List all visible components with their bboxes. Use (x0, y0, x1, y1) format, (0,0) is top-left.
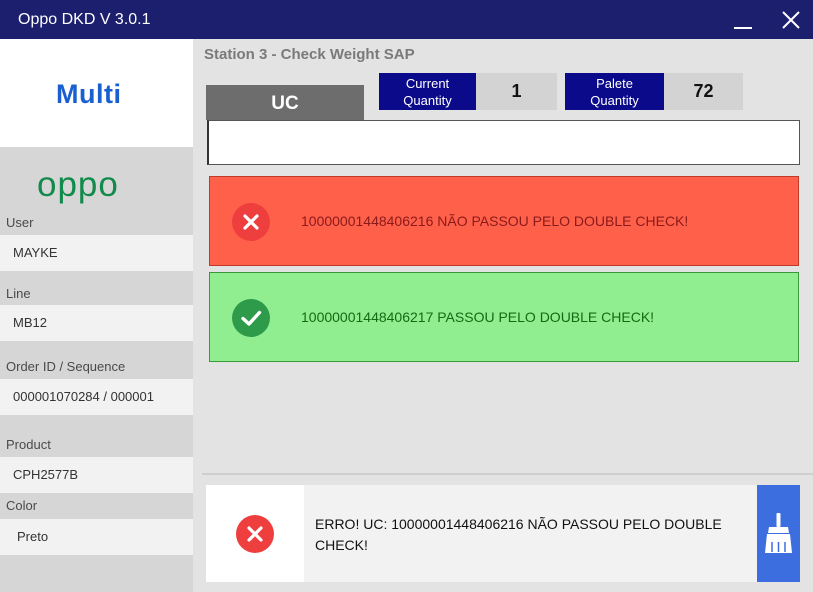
footer-status-text: ERRO! UC: 10000001448406216 NÃO PASSOU P… (315, 516, 722, 553)
product-value: CPH2577B (0, 457, 193, 493)
footer-icon-area (206, 485, 304, 582)
main-panel: Station 3 - Check Weight SAP UC Current … (193, 39, 813, 592)
success-message: 10000001448406217 PASSOU PELO DOUBLE CHE… (209, 272, 799, 362)
order-sequence-label: Order ID / Sequence (6, 359, 126, 374)
multi-logo: Multi (0, 39, 193, 147)
line-value: MB12 (0, 305, 193, 341)
success-message-text: 10000001448406217 PASSOU PELO DOUBLE CHE… (301, 309, 655, 325)
current-quantity-value: 1 (476, 73, 557, 110)
x-circle-icon (236, 515, 274, 553)
station-title: Station 3 - Check Weight SAP (204, 46, 415, 63)
product-label: Product (6, 437, 51, 452)
order-sequence-value: 000001070284 / 000001 (0, 379, 193, 415)
broom-icon (765, 513, 792, 553)
current-quantity-label: Current Quantity (379, 73, 476, 110)
clear-button[interactable] (757, 485, 800, 582)
line-label: Line (6, 286, 31, 301)
oppo-logo: oppo (37, 165, 119, 204)
close-icon[interactable] (780, 9, 802, 31)
window-title: Oppo DKD V 3.0.1 (18, 11, 151, 28)
check-circle-icon (232, 299, 270, 337)
uc-input[interactable] (207, 120, 800, 165)
status-footer: ERRO! UC: 10000001448406216 NÃO PASSOU P… (206, 485, 800, 582)
error-message-text: 10000001448406216 NÃO PASSOU PELO DOUBLE… (301, 213, 689, 229)
user-value: MAYKE (0, 235, 193, 271)
divider (202, 473, 813, 475)
error-message: 10000001448406216 NÃO PASSOU PELO DOUBLE… (209, 176, 799, 266)
x-circle-icon (232, 203, 270, 241)
sidebar: Multi oppo User MAYKE Line MB12 Order ID… (0, 39, 193, 592)
color-label: Color (6, 498, 38, 513)
multi-logo-text: Multi (56, 79, 122, 109)
title-bar: Oppo DKD V 3.0.1 (0, 0, 813, 39)
palete-quantity-value: 72 (664, 73, 743, 110)
palete-quantity-label: Palete Quantity (565, 73, 664, 110)
minimize-icon[interactable] (734, 12, 754, 30)
tab-uc[interactable]: UC (206, 85, 364, 120)
color-value: Preto (0, 519, 193, 555)
user-label: User (6, 215, 34, 230)
